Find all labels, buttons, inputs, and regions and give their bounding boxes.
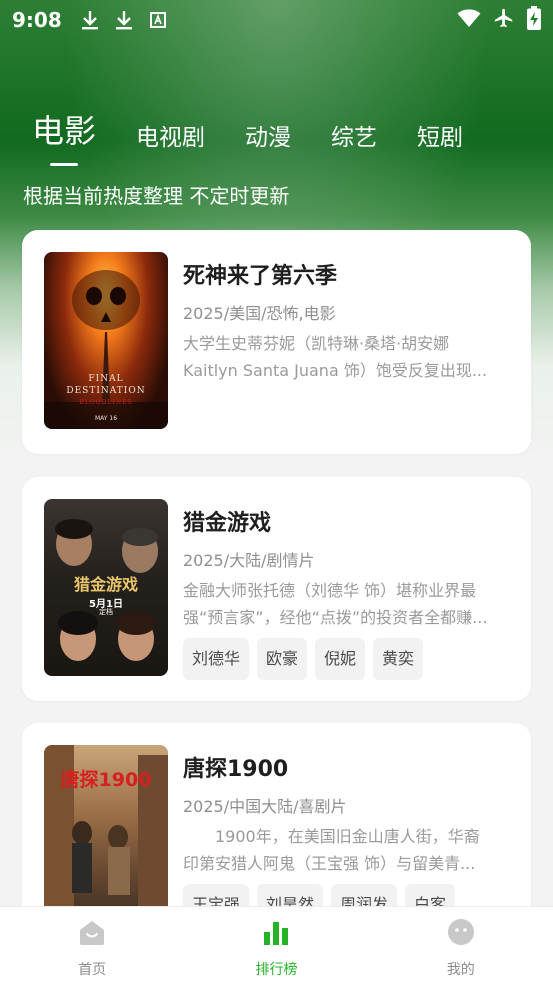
- nav-label: 首页: [78, 962, 107, 978]
- movie-poster: 唐探1900: [44, 745, 168, 922]
- bottom-navigation: 首页 排行榜 我的: [0, 906, 553, 984]
- cast-tags: 刘德华 欧豪 倪妮 黄奕: [183, 638, 424, 680]
- nav-home[interactable]: 首页: [0, 907, 184, 984]
- cast-tag[interactable]: 黄奕: [373, 638, 424, 680]
- movie-poster: FINAL DESTINATION BLOODLINES MAY 16: [44, 252, 168, 429]
- movie-description-line: 大学生史蒂芬妮（凯特琳·桑塔·胡安娜: [183, 334, 450, 353]
- cast-tag[interactable]: 倪妮: [315, 638, 366, 680]
- movie-description: 金融大师张托德（刘德华 饰）堪称业界最 强“预言家”，经他“点拨”的投资者全都赚…: [183, 577, 513, 631]
- poster-title: 猎金游戏: [73, 575, 138, 594]
- ranking-icon: [261, 917, 291, 951]
- cast-tag[interactable]: 刘德华: [183, 638, 250, 680]
- tab-anime[interactable]: 动漫: [245, 118, 291, 152]
- poster-title: 唐探1900: [60, 769, 152, 791]
- movie-poster: 猎金游戏 5月1日 定档: [44, 499, 168, 676]
- tab-tv-series[interactable]: 电视剧: [136, 118, 205, 152]
- tab-label: 短剧: [417, 125, 464, 151]
- movie-title: 猎金游戏: [183, 511, 272, 536]
- nav-profile[interactable]: 我的: [369, 907, 553, 984]
- movie-description: 1900年，在美国旧金山唐人街，华裔 印第安猎人阿鬼（王宝强 饰）与留美青...: [183, 823, 513, 877]
- movie-description-line: 印第安猎人阿鬼（王宝强 饰）与留美青...: [183, 854, 476, 873]
- movie-meta: 2025/美国/恐怖,电影: [183, 304, 336, 323]
- tab-label: 动漫: [245, 125, 292, 151]
- battery-charging-icon: [527, 6, 541, 34]
- movie-description: 大学生史蒂芬妮（凯特琳·桑塔·胡安娜 Kaitlyn Santa Juana 饰…: [183, 330, 513, 384]
- status-bar: 9:08: [0, 0, 553, 40]
- wifi-icon: [457, 8, 481, 32]
- translate-icon: [148, 10, 168, 30]
- movie-title: 唐探1900: [183, 757, 289, 782]
- movie-meta: 2025/大陆/剧情片: [183, 551, 315, 570]
- nav-ranking[interactable]: 排行榜: [184, 907, 368, 984]
- cast-tag[interactable]: 欧豪: [257, 638, 308, 680]
- status-time: 9:08: [12, 8, 62, 32]
- poster-date: MAY 16: [94, 415, 118, 422]
- download-icon: [80, 10, 100, 30]
- tab-active-indicator: [50, 163, 78, 166]
- movie-title: 死神来了第六季: [183, 264, 338, 289]
- movie-card[interactable]: FINAL DESTINATION BLOODLINES MAY 16 死神来了…: [22, 230, 531, 454]
- movie-meta: 2025/中国大陆/喜剧片: [183, 797, 347, 816]
- tab-label: 电视剧: [136, 125, 206, 151]
- tab-label: 综艺: [331, 125, 378, 151]
- tab-movie[interactable]: 电影: [32, 106, 97, 166]
- tab-label: 电影: [32, 112, 97, 150]
- tab-short-drama[interactable]: 短剧: [417, 118, 463, 152]
- movie-description-line: 1900年，在美国旧金山唐人街，华裔: [183, 827, 480, 846]
- home-icon: [77, 917, 107, 951]
- poster-subtitle: BLOODLINES: [79, 399, 133, 406]
- category-tabs: 电影 电视剧 动漫 综艺 短剧: [32, 92, 503, 166]
- download-icon: [114, 10, 134, 30]
- nav-label: 我的: [446, 962, 475, 978]
- movie-description-line: Kaitlyn Santa Juana 饰）饱受反复出现...: [183, 361, 488, 380]
- tab-variety[interactable]: 综艺: [331, 118, 377, 152]
- movie-description-line: 强“预言家”，经他“点拨”的投资者全都赚...: [183, 608, 488, 627]
- poster-title-line: DESTINATION: [66, 386, 146, 396]
- nav-label: 排行榜: [255, 962, 298, 978]
- poster-subtitle: 定档: [99, 608, 113, 616]
- airplane-icon: [493, 7, 515, 33]
- profile-icon: [446, 917, 476, 951]
- poster-title-line: FINAL: [88, 374, 124, 384]
- ranking-subtitle: 根据当前热度整理 不定时更新: [23, 184, 290, 208]
- movie-card[interactable]: 猎金游戏 5月1日 定档 猎金游戏 2025/大陆/剧情片 金融大师张托德（刘德…: [22, 477, 531, 701]
- movie-description-line: 金融大师张托德（刘德华 饰）堪称业界最: [183, 581, 477, 600]
